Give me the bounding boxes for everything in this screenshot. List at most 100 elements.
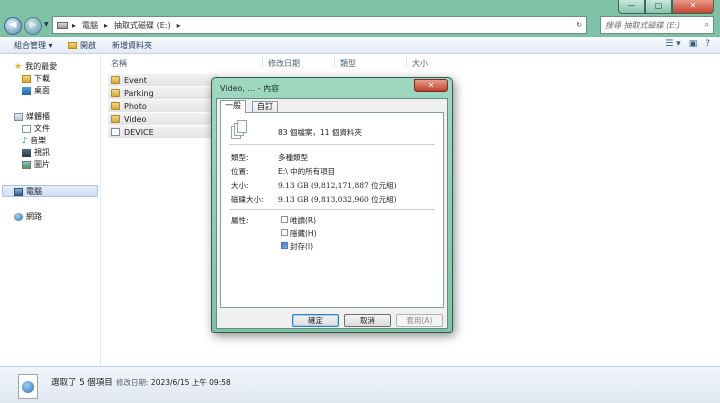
divider xyxy=(229,209,435,210)
file-name: Photo xyxy=(124,101,147,111)
modified-value: 2023/6/15 上午 09:58 xyxy=(150,378,231,387)
nav-favorites[interactable]: ★ 我的最愛 xyxy=(14,61,57,72)
folder-open-icon xyxy=(68,42,77,49)
star-icon: ★ xyxy=(14,61,23,72)
search-input[interactable]: 搜尋 抽取式磁碟 (E:) ⌕ xyxy=(600,16,714,34)
computer-icon xyxy=(14,187,23,196)
column-separator[interactable] xyxy=(406,56,407,68)
nav-label: 視訊 xyxy=(34,148,50,157)
documents-icon xyxy=(22,124,31,133)
nav-label: 電腦 xyxy=(26,187,42,196)
explorer-window: — ▢ ✕ ◀ ▶ ▼ ▸ 電腦 ▸ 抽取式磁碟 (E:) ▸ ↻ 搜尋 抽取式… xyxy=(0,0,720,403)
type-label: 類型: xyxy=(231,153,249,162)
cancel-button[interactable]: 取消 xyxy=(344,314,391,327)
apply-button[interactable]: 套用(A) xyxy=(396,314,443,327)
nav-label: 桌面 xyxy=(34,86,50,95)
column-header-size[interactable]: 大小 xyxy=(412,58,428,69)
file-name: Video xyxy=(124,114,147,124)
breadcrumb-drive-e[interactable]: 抽取式磁碟 (E:) xyxy=(114,20,171,31)
nav-music[interactable]: ♪ 音樂 xyxy=(22,135,46,146)
nav-label: 音樂 xyxy=(30,136,47,145)
dialog-title: Video, ... - 內容 xyxy=(220,84,280,93)
file-row[interactable]: Photo xyxy=(108,100,218,112)
nav-computer[interactable]: 電腦 xyxy=(14,186,42,197)
tab-general[interactable]: 一般 xyxy=(220,100,246,113)
back-button[interactable]: ◀ xyxy=(4,17,22,35)
multiple-items-icon xyxy=(18,374,38,399)
navigation-pane: ★ 我的最愛 下載 桌面 媒體櫃 文件 ♪ 音樂 視訊 圖片 電腦 網路 xyxy=(0,54,101,366)
nav-label: 媒體櫃 xyxy=(26,112,50,121)
type-value: 多種類型 xyxy=(278,153,308,162)
folder-icon xyxy=(111,115,120,123)
breadcrumb-computer[interactable]: 電腦 xyxy=(82,20,98,31)
dialog-close-button[interactable]: ✕ xyxy=(414,79,448,92)
nav-documents[interactable]: 文件 xyxy=(22,123,50,134)
help-icon[interactable]: ? xyxy=(705,39,710,49)
column-separator[interactable] xyxy=(334,56,335,68)
preview-pane-icon[interactable]: ▣ xyxy=(689,39,698,49)
forward-button[interactable]: ▶ xyxy=(24,17,42,35)
ok-button[interactable]: 確定 xyxy=(292,314,339,327)
command-bar: 組合管理 ▾ 開啟 新增資料夾 ☰ ▾ ▣ ? xyxy=(0,37,720,54)
file-row[interactable]: Event xyxy=(108,74,218,86)
open-button[interactable]: 開啟 xyxy=(68,40,96,51)
search-icon[interactable]: ⌕ xyxy=(705,20,709,30)
size-label: 大小: xyxy=(231,181,249,190)
document-icon xyxy=(111,128,120,136)
disk-size-value: 9.13 GB (9,813,032,960 位元組) xyxy=(278,195,397,204)
minimize-button[interactable]: — xyxy=(618,0,645,14)
readonly-label[interactable]: 唯讀(R) xyxy=(290,215,316,226)
caption-buttons: — ▢ ✕ xyxy=(618,0,714,14)
dialog-body: 一般 自訂 83 個檔案，11 個資料夾 類型: 多種類型 位置: E:\ 中的… xyxy=(216,98,448,329)
file-name: DEVICE xyxy=(124,127,154,137)
nav-label: 文件 xyxy=(34,124,50,133)
modified-label: 修改日期: xyxy=(116,378,149,387)
network-icon xyxy=(14,212,23,221)
disk-size-label: 磁碟大小: xyxy=(231,195,264,204)
refresh-icon[interactable]: ↻ xyxy=(576,21,582,29)
column-header-name[interactable]: 名稱 xyxy=(111,58,127,69)
desktop-icon xyxy=(22,86,31,95)
summary-text: 83 個檔案，11 個資料夾 xyxy=(278,128,362,137)
drive-icon xyxy=(57,21,68,29)
nav-downloads[interactable]: 下載 xyxy=(22,73,50,84)
properties-dialog: Video, ... - 內容 ✕ 一般 自訂 83 個檔案，11 個資料夾 類… xyxy=(211,77,453,333)
tab-custom[interactable]: 自訂 xyxy=(252,101,278,112)
recent-pages-button[interactable]: ▼ xyxy=(44,21,49,28)
new-folder-button[interactable]: 新增資料夾 xyxy=(112,40,152,51)
nav-pictures[interactable]: 圖片 xyxy=(22,159,50,170)
archive-checkbox[interactable] xyxy=(281,242,288,249)
location-label: 位置: xyxy=(231,167,249,176)
column-header-modified[interactable]: 修改日期 xyxy=(268,58,300,69)
column-header-type[interactable]: 類型 xyxy=(340,58,356,69)
nav-desktop[interactable]: 桌面 xyxy=(22,85,50,96)
hidden-label[interactable]: 隱藏(H) xyxy=(290,228,317,239)
maximize-button[interactable]: ▢ xyxy=(645,0,672,14)
nav-videos[interactable]: 視訊 xyxy=(22,147,50,158)
size-value: 9.13 GB (9,812,171,887 位元組) xyxy=(278,181,397,190)
file-row[interactable]: Video xyxy=(108,113,218,125)
column-separator[interactable] xyxy=(262,56,263,68)
nav-network[interactable]: 網路 xyxy=(14,211,42,222)
breadcrumb-separator[interactable]: ▸ xyxy=(177,21,181,30)
address-bar[interactable]: ▸ 電腦 ▸ 抽取式磁碟 (E:) ▸ ↻ xyxy=(52,16,587,34)
hidden-checkbox[interactable] xyxy=(281,229,288,236)
breadcrumb-separator[interactable]: ▸ xyxy=(104,21,108,30)
search-placeholder: 搜尋 抽取式磁碟 (E:) xyxy=(605,21,681,30)
selection-count: 選取了 5 個項目 xyxy=(51,378,113,388)
organize-button[interactable]: 組合管理 ▾ xyxy=(14,40,53,51)
videos-icon xyxy=(22,148,31,157)
nav-label: 圖片 xyxy=(34,160,50,169)
close-button[interactable]: ✕ xyxy=(672,0,714,14)
file-row[interactable]: DEVICE xyxy=(108,126,218,138)
file-row[interactable]: Parking xyxy=(108,87,218,99)
readonly-checkbox[interactable] xyxy=(281,216,288,223)
breadcrumb-separator[interactable]: ▸ xyxy=(72,21,76,30)
archive-label[interactable]: 封存(I) xyxy=(290,241,313,252)
change-view-icon[interactable]: ☰ ▾ xyxy=(665,39,680,49)
folder-icon xyxy=(111,76,120,84)
open-label: 開啟 xyxy=(80,41,96,50)
nav-libraries[interactable]: 媒體櫃 xyxy=(14,111,50,122)
general-panel: 83 個檔案，11 個資料夾 類型: 多種類型 位置: E:\ 中的所有項目 大… xyxy=(220,112,444,308)
libraries-icon xyxy=(14,112,23,121)
